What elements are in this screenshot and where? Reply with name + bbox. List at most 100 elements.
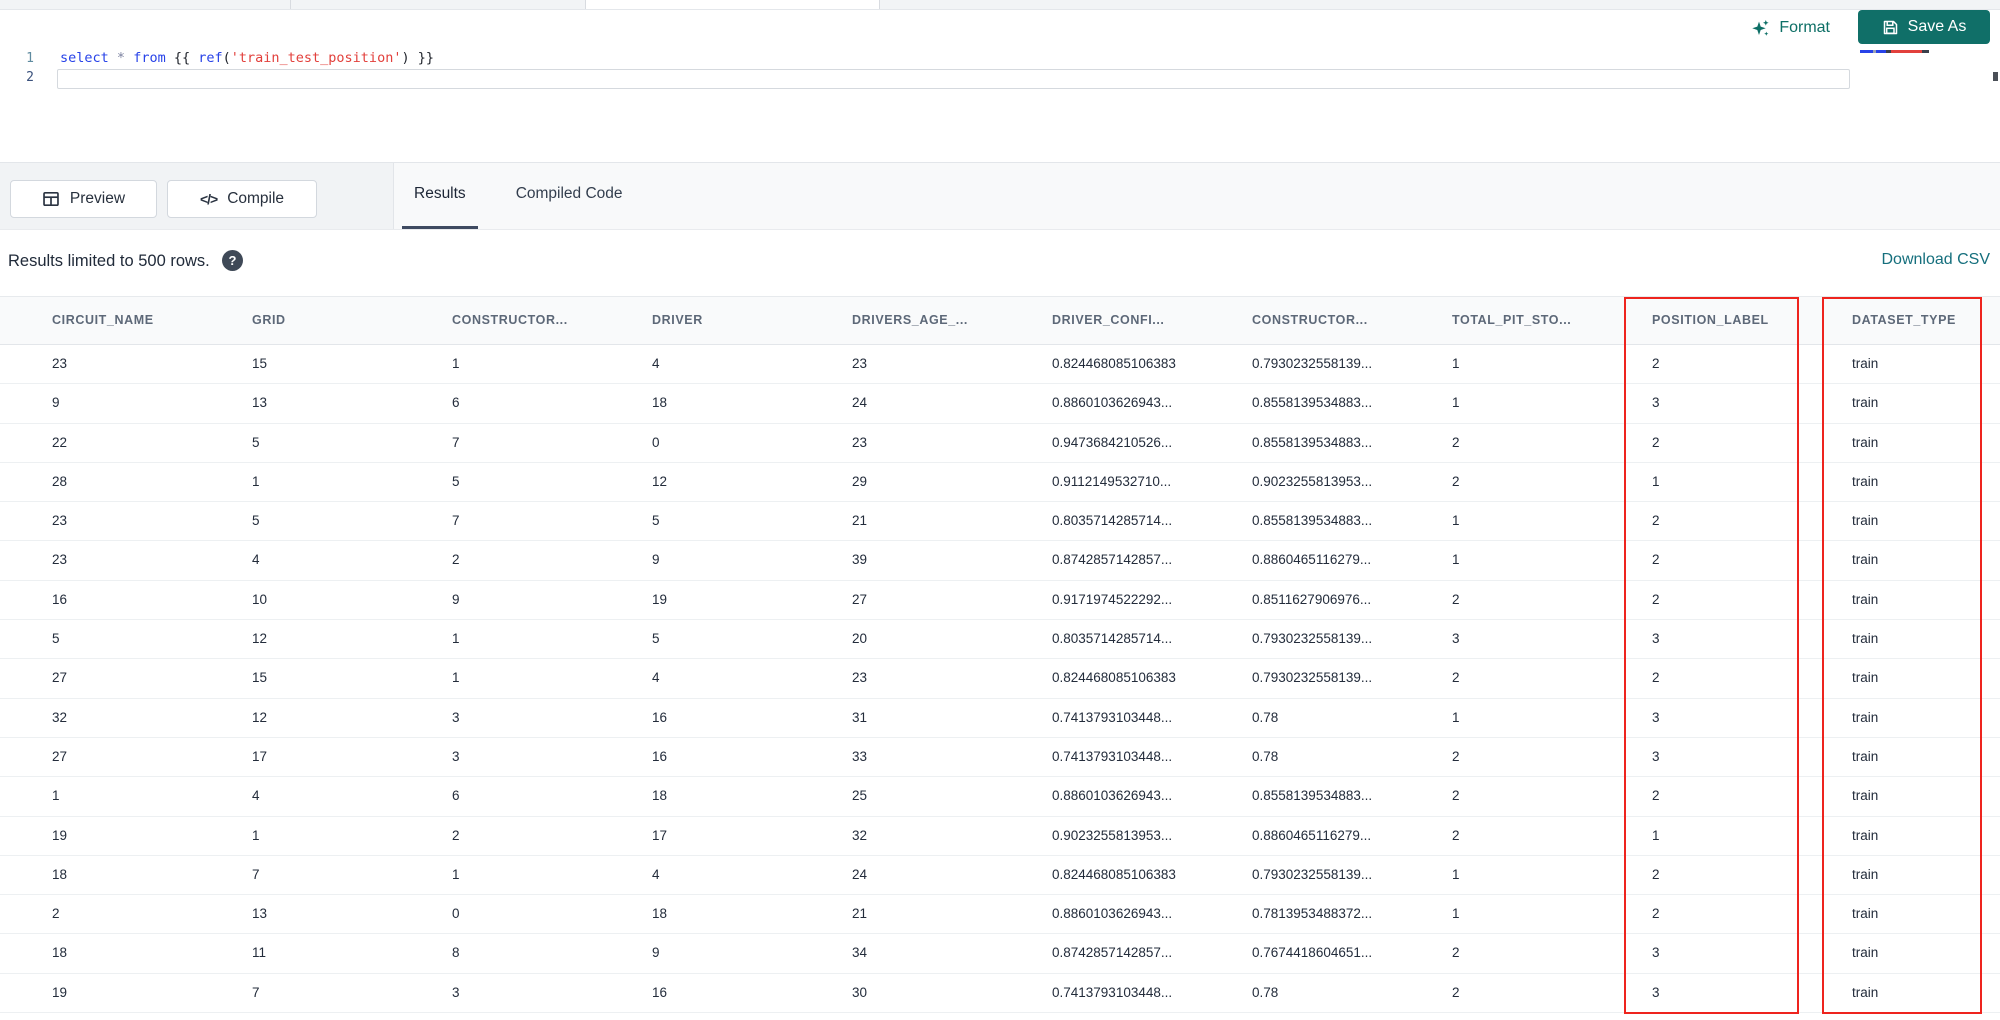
table-cell: 2 [1452, 945, 1460, 961]
table-cell: 2 [52, 906, 60, 922]
table-row: 27 17 3 16 33 0.7413793103448... 0.78 2 3 train [0, 737, 2000, 778]
table-cell: 32 [52, 709, 68, 725]
table-cell: 0.8511627906976... [1252, 591, 1372, 607]
table-cell: 0.8860103626943... [1052, 395, 1173, 411]
sparkles-icon [1751, 19, 1770, 38]
table-cell: 39 [852, 552, 868, 568]
table-cell: 29 [852, 473, 868, 489]
table-cell: 3 [1652, 945, 1660, 961]
table-cell: train [1852, 788, 1879, 804]
table-cell: 8 [452, 945, 460, 961]
editor-toolbar: Format Save As [0, 10, 2000, 48]
table-cell: train [1852, 552, 1879, 568]
table-cell: 19 [652, 591, 668, 607]
table-cell: 18 [652, 395, 668, 411]
table-cell: train [1852, 748, 1879, 764]
table-row: 9 13 6 18 24 0.8860103626943... 0.855813953488… [0, 384, 2000, 424]
table-cell: 0.9473684210526... [1052, 434, 1173, 450]
code-editor[interactable]: 1 2 select * from {{ ref('train_test_pos… [0, 48, 2000, 162]
table-cell: 19 [52, 827, 68, 843]
table-cell: 2 [1452, 984, 1460, 1000]
table-cell: train [1852, 984, 1879, 1000]
table-cell: 0.9112149532710... [1052, 473, 1172, 489]
table-cell: 24 [852, 395, 868, 411]
table-cell: 1 [252, 827, 260, 843]
column-header: POSITION_LABEL [1652, 313, 1769, 327]
table-cell: 0.9171974522292... [1052, 591, 1173, 607]
table-cell: 5 [252, 513, 260, 529]
column-header: TOTAL_PIT_STO... [1452, 313, 1572, 327]
active-file-tab[interactable] [586, 0, 879, 9]
table-cell: 2 [1652, 670, 1660, 686]
table-row: 23 15 1 4 23 0.824468085106383 0.7930232558139… [0, 345, 2000, 385]
table-cell: 3 [452, 748, 460, 764]
table-cell: train [1852, 709, 1879, 725]
results-info-bar: Results limited to 500 rows. ? Download … [0, 230, 2000, 296]
table-cell: train [1852, 356, 1879, 371]
table-row: 2 13 0 18 21 0.8860103626943... 0.781395348837… [0, 895, 2000, 935]
table-cell: 12 [652, 473, 668, 489]
table-cell: 6 [452, 395, 460, 411]
table-cell: 2 [1652, 866, 1660, 882]
minimap-segment [1891, 50, 1922, 53]
table-cell: 0.7813953488372... [1252, 906, 1373, 922]
table-row: 28 1 5 12 29 0.9112149532710... 0.902325581395… [0, 462, 2000, 503]
column-header: DRIVER [652, 313, 703, 327]
table-cell: 7 [252, 866, 260, 882]
table-cell: 12 [252, 631, 268, 647]
table-cell: 0.7930232558139... [1252, 866, 1373, 882]
table-cell: 1 [452, 631, 460, 647]
save-as-button[interactable]: Save As [1858, 10, 1990, 44]
tab-compiled-code[interactable]: Compiled Code [504, 163, 635, 229]
table-cell: 2 [1652, 906, 1660, 922]
table-cell: 0.9023255813953... [1252, 473, 1373, 489]
table-cell: 15 [252, 670, 268, 686]
code-token: ( [222, 50, 231, 66]
table-cell: 31 [852, 709, 868, 725]
table-cell: 5 [652, 631, 660, 647]
table-cell: 3 [1652, 395, 1660, 411]
download-csv-link[interactable]: Download CSV [1882, 251, 1991, 269]
table-cell: 2 [1452, 473, 1460, 489]
table-cell: 2 [1452, 748, 1460, 764]
editor-minimap[interactable] [1860, 48, 1960, 56]
format-button[interactable]: Format [1751, 12, 1830, 44]
compile-button[interactable]: </> Compile [167, 180, 317, 218]
format-label: Format [1779, 19, 1830, 36]
table-cell: 5 [652, 513, 660, 529]
table-cell: train [1852, 591, 1879, 607]
table-cell: 3 [1452, 631, 1460, 647]
table-cell: 1 [452, 670, 460, 686]
table-cell: 0.8558139534883... [1252, 788, 1373, 804]
table-cell: 2 [1452, 591, 1460, 607]
table-cell: 0.8558139534883... [1252, 395, 1373, 411]
top-tab-strip[interactable] [0, 0, 2000, 10]
table-cell: 20 [852, 631, 868, 647]
column-header: DRIVER_CONFI... [1052, 313, 1165, 327]
table-cell: 3 [1652, 631, 1660, 647]
tab-results[interactable]: Results [402, 163, 478, 229]
results-table: CIRCUIT_NAME GRID CONSTRUCTOR... DRIVER DRIV… [0, 296, 2000, 1014]
row-limit-text: Results limited to 500 rows. [8, 252, 210, 270]
sql-ide-window: Format Save As 1 2 select * from {{ ref(… [0, 0, 2000, 1020]
table-cell: 3 [1652, 984, 1660, 1000]
preview-label: Preview [69, 190, 126, 207]
help-icon[interactable]: ? [222, 250, 243, 271]
table-cell: 1 [452, 356, 460, 371]
table-cell: 0.8035714285714... [1052, 631, 1173, 647]
table-cell: 15 [252, 356, 268, 371]
table-cell: 19 [52, 984, 68, 1000]
table-cell: 0.8860103626943... [1052, 906, 1173, 922]
table-cell: 9 [452, 591, 460, 607]
table-cell: 0.9023255813953... [1052, 827, 1173, 843]
tab-separator [879, 0, 880, 9]
tab-separator [585, 0, 586, 9]
table-cell: 2 [1452, 434, 1460, 450]
preview-button[interactable]: Preview [10, 180, 157, 218]
table-cell: train [1852, 513, 1879, 529]
vertical-divider [393, 163, 394, 229]
editor-scroll-marker [1993, 72, 1998, 81]
column-header: CONSTRUCTOR... [452, 313, 568, 327]
